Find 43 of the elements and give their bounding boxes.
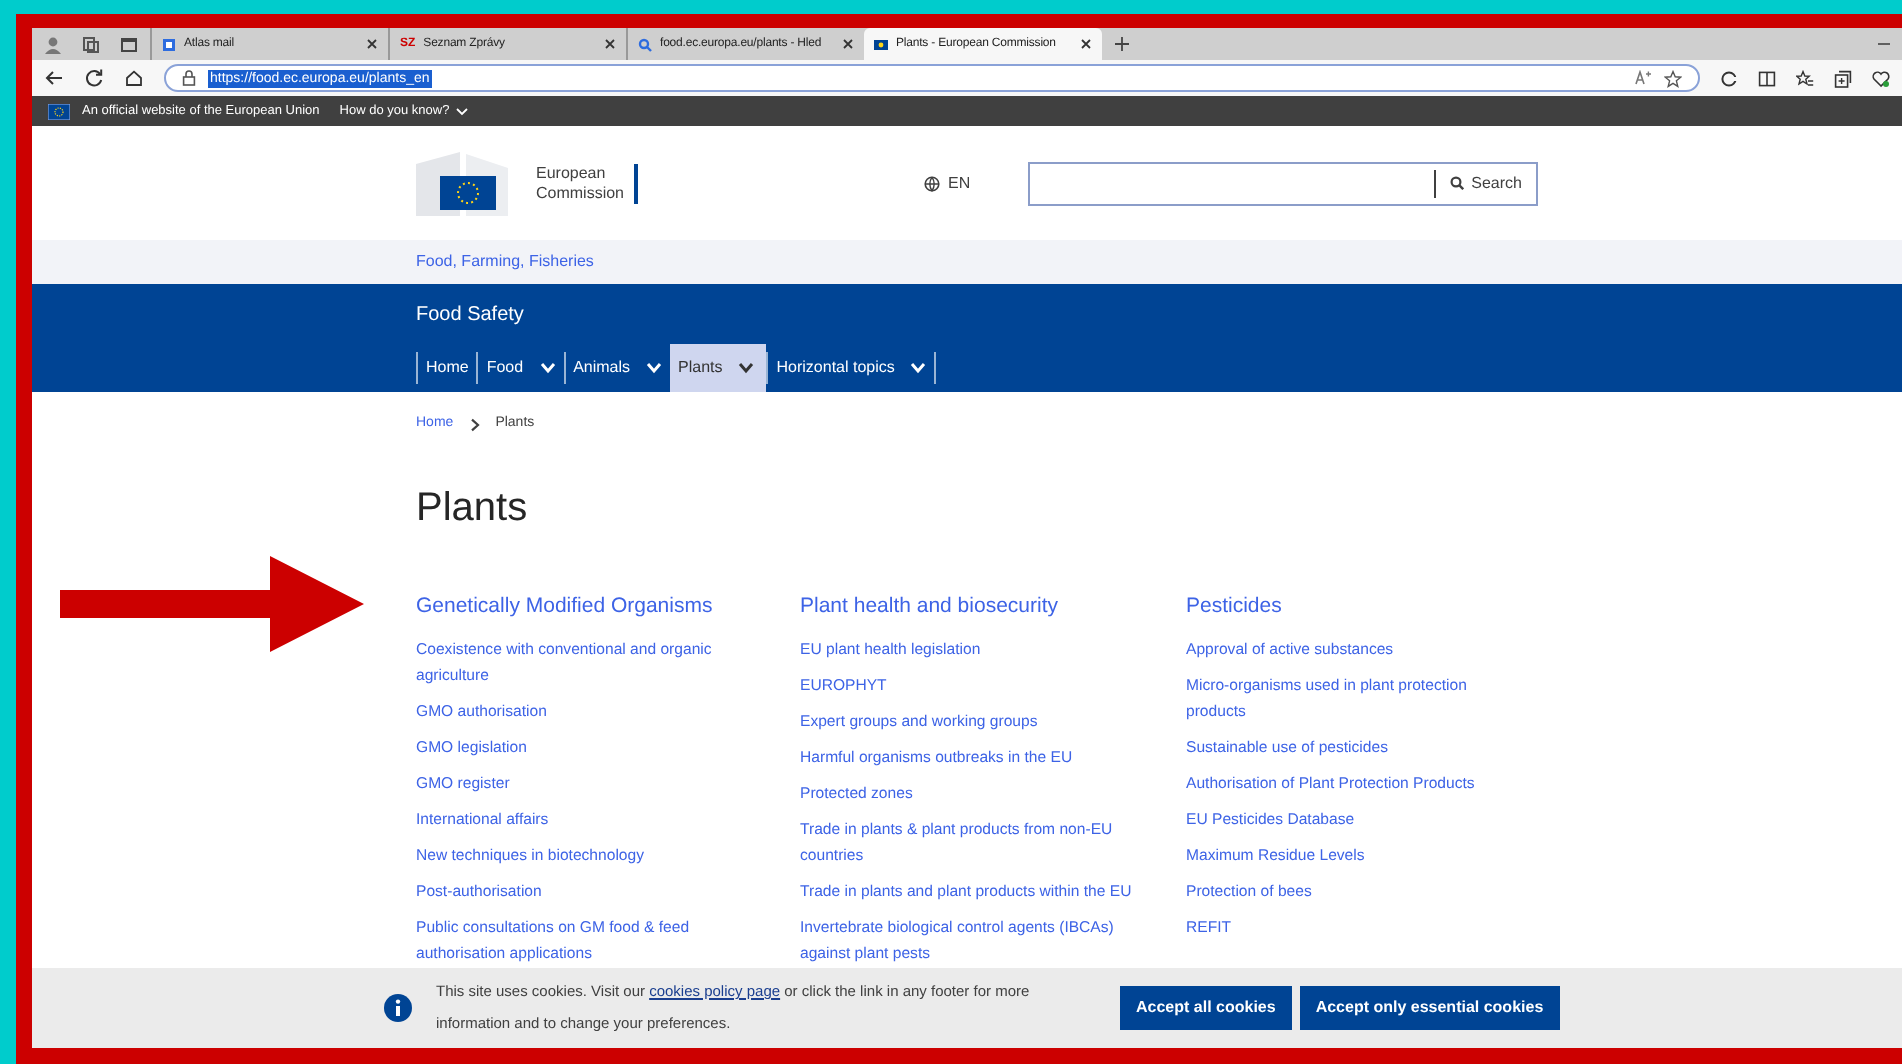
- globe-icon: [924, 175, 940, 191]
- search-button[interactable]: Search: [1433, 169, 1536, 197]
- search-icon: [638, 37, 652, 51]
- profile-icon[interactable]: [44, 35, 62, 53]
- nav-item[interactable]: Plants: [670, 344, 767, 392]
- cookie-accept-button[interactable]: Accept only essential cookies: [1299, 986, 1560, 1030]
- favorite-icon[interactable]: [1664, 69, 1682, 87]
- column-heading-link[interactable]: Genetically Modified Organisms: [416, 592, 752, 620]
- close-icon[interactable]: [366, 38, 378, 50]
- column-heading-link[interactable]: Pesticides: [1186, 592, 1524, 620]
- cookie-accept-button[interactable]: Accept all cookies: [1120, 986, 1292, 1030]
- page-title: Plants: [416, 484, 530, 532]
- favorites-icon[interactable]: [1796, 69, 1814, 87]
- refresh-icon[interactable]: [84, 68, 104, 88]
- eu-flag-icon: [48, 103, 70, 119]
- logo-text: European: [536, 163, 608, 183]
- flag-icon: [874, 39, 888, 49]
- column-heading-link[interactable]: Plant health and biosecurity: [800, 592, 1138, 620]
- search-icon: [1449, 176, 1464, 190]
- nav-item[interactable]: Home: [416, 352, 477, 384]
- site-name-link[interactable]: Food, Farming, Fisheries: [416, 250, 594, 274]
- chevron-down-icon: [910, 362, 927, 374]
- info-icon: [384, 994, 412, 1022]
- chevron-down-icon: [539, 362, 556, 374]
- logo-text: Commission: [536, 183, 625, 203]
- close-icon[interactable]: [842, 38, 854, 50]
- section-title[interactable]: Food Safety: [416, 299, 524, 329]
- chevron-down-icon: [738, 362, 755, 374]
- nav-item[interactable]: Horizontal topics: [766, 352, 937, 384]
- collections-icon[interactable]: [1834, 69, 1852, 87]
- chevron-down-icon: [646, 362, 663, 374]
- language-selector[interactable]: EN: [924, 171, 1028, 195]
- back-icon[interactable]: [44, 68, 64, 88]
- close-icon[interactable]: [604, 38, 616, 50]
- arrow-icon: [60, 556, 364, 652]
- home-icon[interactable]: [124, 68, 144, 88]
- chevron-down-icon: [455, 107, 468, 115]
- split-screen-icon[interactable]: [1758, 69, 1776, 87]
- close-icon[interactable]: [1080, 38, 1092, 50]
- chevron-right-icon: [469, 417, 480, 431]
- nav-item[interactable]: Food: [476, 352, 564, 384]
- lock-icon: [182, 70, 196, 86]
- new-tab-icon[interactable]: [1114, 36, 1130, 52]
